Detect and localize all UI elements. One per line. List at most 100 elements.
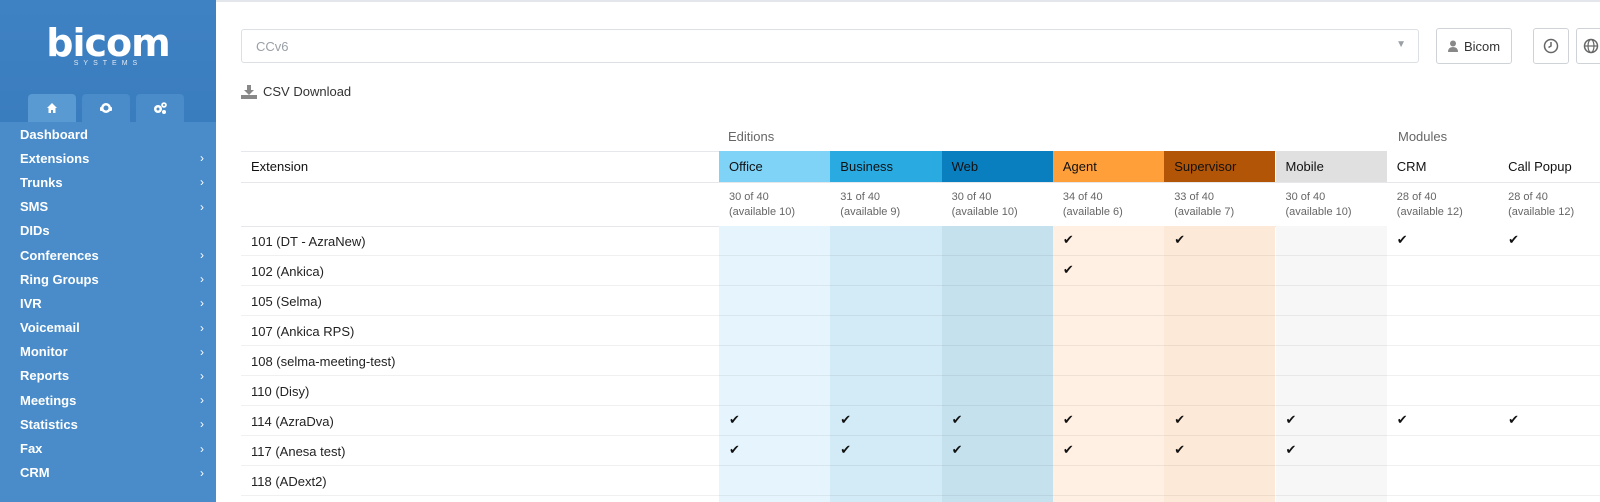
user-icon (1447, 40, 1458, 52)
column-background (830, 226, 942, 502)
user-button-label: Bicom (1463, 38, 1501, 54)
license-used: 28 of 40 (1508, 191, 1548, 203)
gears-icon (154, 102, 167, 114)
license-count: 30 of 40 (available 10) (1276, 182, 1387, 226)
csv-download-link[interactable]: CSV Download (241, 84, 351, 99)
sidebar-item-label: Statistics (20, 416, 78, 432)
column-background (941, 226, 1053, 502)
column-header-web: Web (941, 151, 1053, 182)
license-used: 31 of 40 (840, 191, 881, 203)
check-icon: ✔ (1396, 233, 1408, 248)
column-header-office: Office (719, 151, 831, 182)
logo-text: bicom (46, 21, 170, 65)
column-background (1164, 226, 1276, 502)
chevron-right-icon: › (200, 368, 204, 383)
table-row-extension[interactable]: 105 (Selma) (241, 286, 322, 316)
license-used: 30 of 40 (951, 191, 992, 203)
sidebar-item-meetings[interactable]: Meetings › (0, 388, 216, 412)
sidebar-item-fax[interactable]: Fax › (0, 436, 216, 460)
table-row-extension[interactable]: 101 (DT - AzraNew) (241, 226, 366, 256)
sidebar-item-label: Voicemail (20, 320, 80, 336)
user-button[interactable]: Bicom (1436, 28, 1512, 64)
top-border (216, 0, 1600, 2)
chevron-right-icon: › (200, 248, 204, 263)
sidebar-item-extensions[interactable]: Extensions › (0, 146, 216, 170)
license-available: (available 10) (1285, 206, 1352, 218)
modules-group-label: Modules (1398, 129, 1448, 144)
sidebar-item-label: Reports (20, 368, 70, 384)
check-icon: ✔ (840, 443, 852, 458)
sidebar-item-label: Conferences (20, 247, 99, 263)
column-background (1498, 226, 1600, 502)
language-button[interactable] (1576, 28, 1600, 64)
chevron-right-icon: › (200, 175, 204, 190)
table-row-extension[interactable]: 117 (Anesa test) (241, 436, 345, 466)
sidebar-item-label: SMS (20, 199, 49, 215)
check-icon: ✔ (1508, 233, 1519, 248)
tab-agent[interactable] (82, 94, 130, 122)
license-count: 28 of 40 (available 12) (1387, 182, 1498, 226)
license-count: 34 of 40 (available 6) (1053, 182, 1164, 226)
tab-settings[interactable] (136, 94, 184, 122)
check-icon: ✔ (729, 413, 740, 428)
editions-group-label: Editions (728, 129, 775, 144)
sidebar-item-crm[interactable]: CRM › (0, 461, 216, 485)
check-icon: ✔ (1174, 233, 1186, 248)
extension-column-header: Extension (251, 159, 309, 174)
column-header-agent: Agent (1052, 151, 1165, 182)
table-row-extension[interactable]: 102 (Ankica) (241, 256, 324, 286)
chevron-right-icon: › (200, 272, 204, 287)
sidebar-item-conferences[interactable]: Conferences › (0, 243, 216, 267)
license-available: (available 6) (1062, 206, 1123, 218)
sidebar-item-label: Trunks (20, 174, 63, 190)
license-available: (available 12) (1508, 206, 1575, 218)
sidebar-item-ivr[interactable]: IVR › (0, 291, 216, 315)
chevron-down-icon: ▼ (1396, 39, 1406, 50)
check-icon: ✔ (1062, 443, 1074, 458)
sidebar-item-trunks[interactable]: Trunks › (0, 170, 216, 194)
chevron-right-icon: › (200, 393, 204, 408)
history-button[interactable] (1533, 28, 1569, 64)
column-header-call-popup: Call Popup (1498, 151, 1600, 182)
check-icon: ✔ (1062, 263, 1074, 278)
chevron-right-icon: › (200, 320, 204, 335)
sidebar-menu: Dashboard Extensions › Trunks › SMS › DIDs Confe… (0, 122, 216, 502)
sidebar-item-voicemail[interactable]: Voicemail › (0, 316, 216, 340)
row-divider (241, 345, 1600, 346)
check-icon: ✔ (1285, 443, 1297, 458)
column-background (719, 226, 831, 502)
row-divider (241, 495, 1600, 496)
download-icon (241, 84, 257, 99)
sidebar-item-dids[interactable]: DIDs (0, 219, 216, 243)
check-icon: ✔ (1396, 413, 1408, 428)
table-row-extension[interactable]: 110 (Disy) (241, 376, 309, 406)
sidebar-item-sms[interactable]: SMS › (0, 195, 216, 219)
tenant-select[interactable]: CCv6 ▼ (241, 29, 1419, 63)
table-row-extension[interactable]: 114 (AzraDva) (241, 406, 334, 436)
column-header-mobile: Mobile (1275, 151, 1387, 182)
chevron-right-icon: › (200, 441, 204, 456)
row-divider (241, 285, 1600, 286)
license-used: 28 of 40 (1396, 191, 1437, 203)
check-icon: ✔ (1174, 443, 1186, 458)
sidebar-tabs (28, 94, 184, 122)
sidebar-item-reports[interactable]: Reports › (0, 364, 216, 388)
sidebar-item-label: CRM (20, 465, 50, 481)
license-used: 30 of 40 (729, 191, 769, 203)
sidebar-item-label: Fax (20, 441, 43, 457)
check-icon: ✔ (1508, 413, 1519, 428)
sidebar-item-ring-groups[interactable]: Ring Groups › (0, 267, 216, 291)
sidebar-item-monitor[interactable]: Monitor › (0, 340, 216, 364)
column-background (1386, 226, 1499, 502)
check-icon: ✔ (1062, 413, 1074, 428)
sidebar-item-label: Meetings (20, 392, 77, 408)
tab-home[interactable] (28, 94, 76, 122)
table-row-extension[interactable]: 108 (selma-meeting-test) (241, 346, 396, 376)
chevron-right-icon: › (200, 296, 204, 311)
table-row-extension[interactable]: 118 (ADext2) (241, 466, 327, 496)
table-row-extension[interactable]: 107 (Ankica RPS) (241, 316, 354, 346)
sidebar-item-dashboard[interactable]: Dashboard (0, 122, 216, 146)
sidebar-item-statistics[interactable]: Statistics › (0, 412, 216, 436)
clock-icon (1543, 38, 1559, 54)
row-divider (241, 375, 1600, 376)
